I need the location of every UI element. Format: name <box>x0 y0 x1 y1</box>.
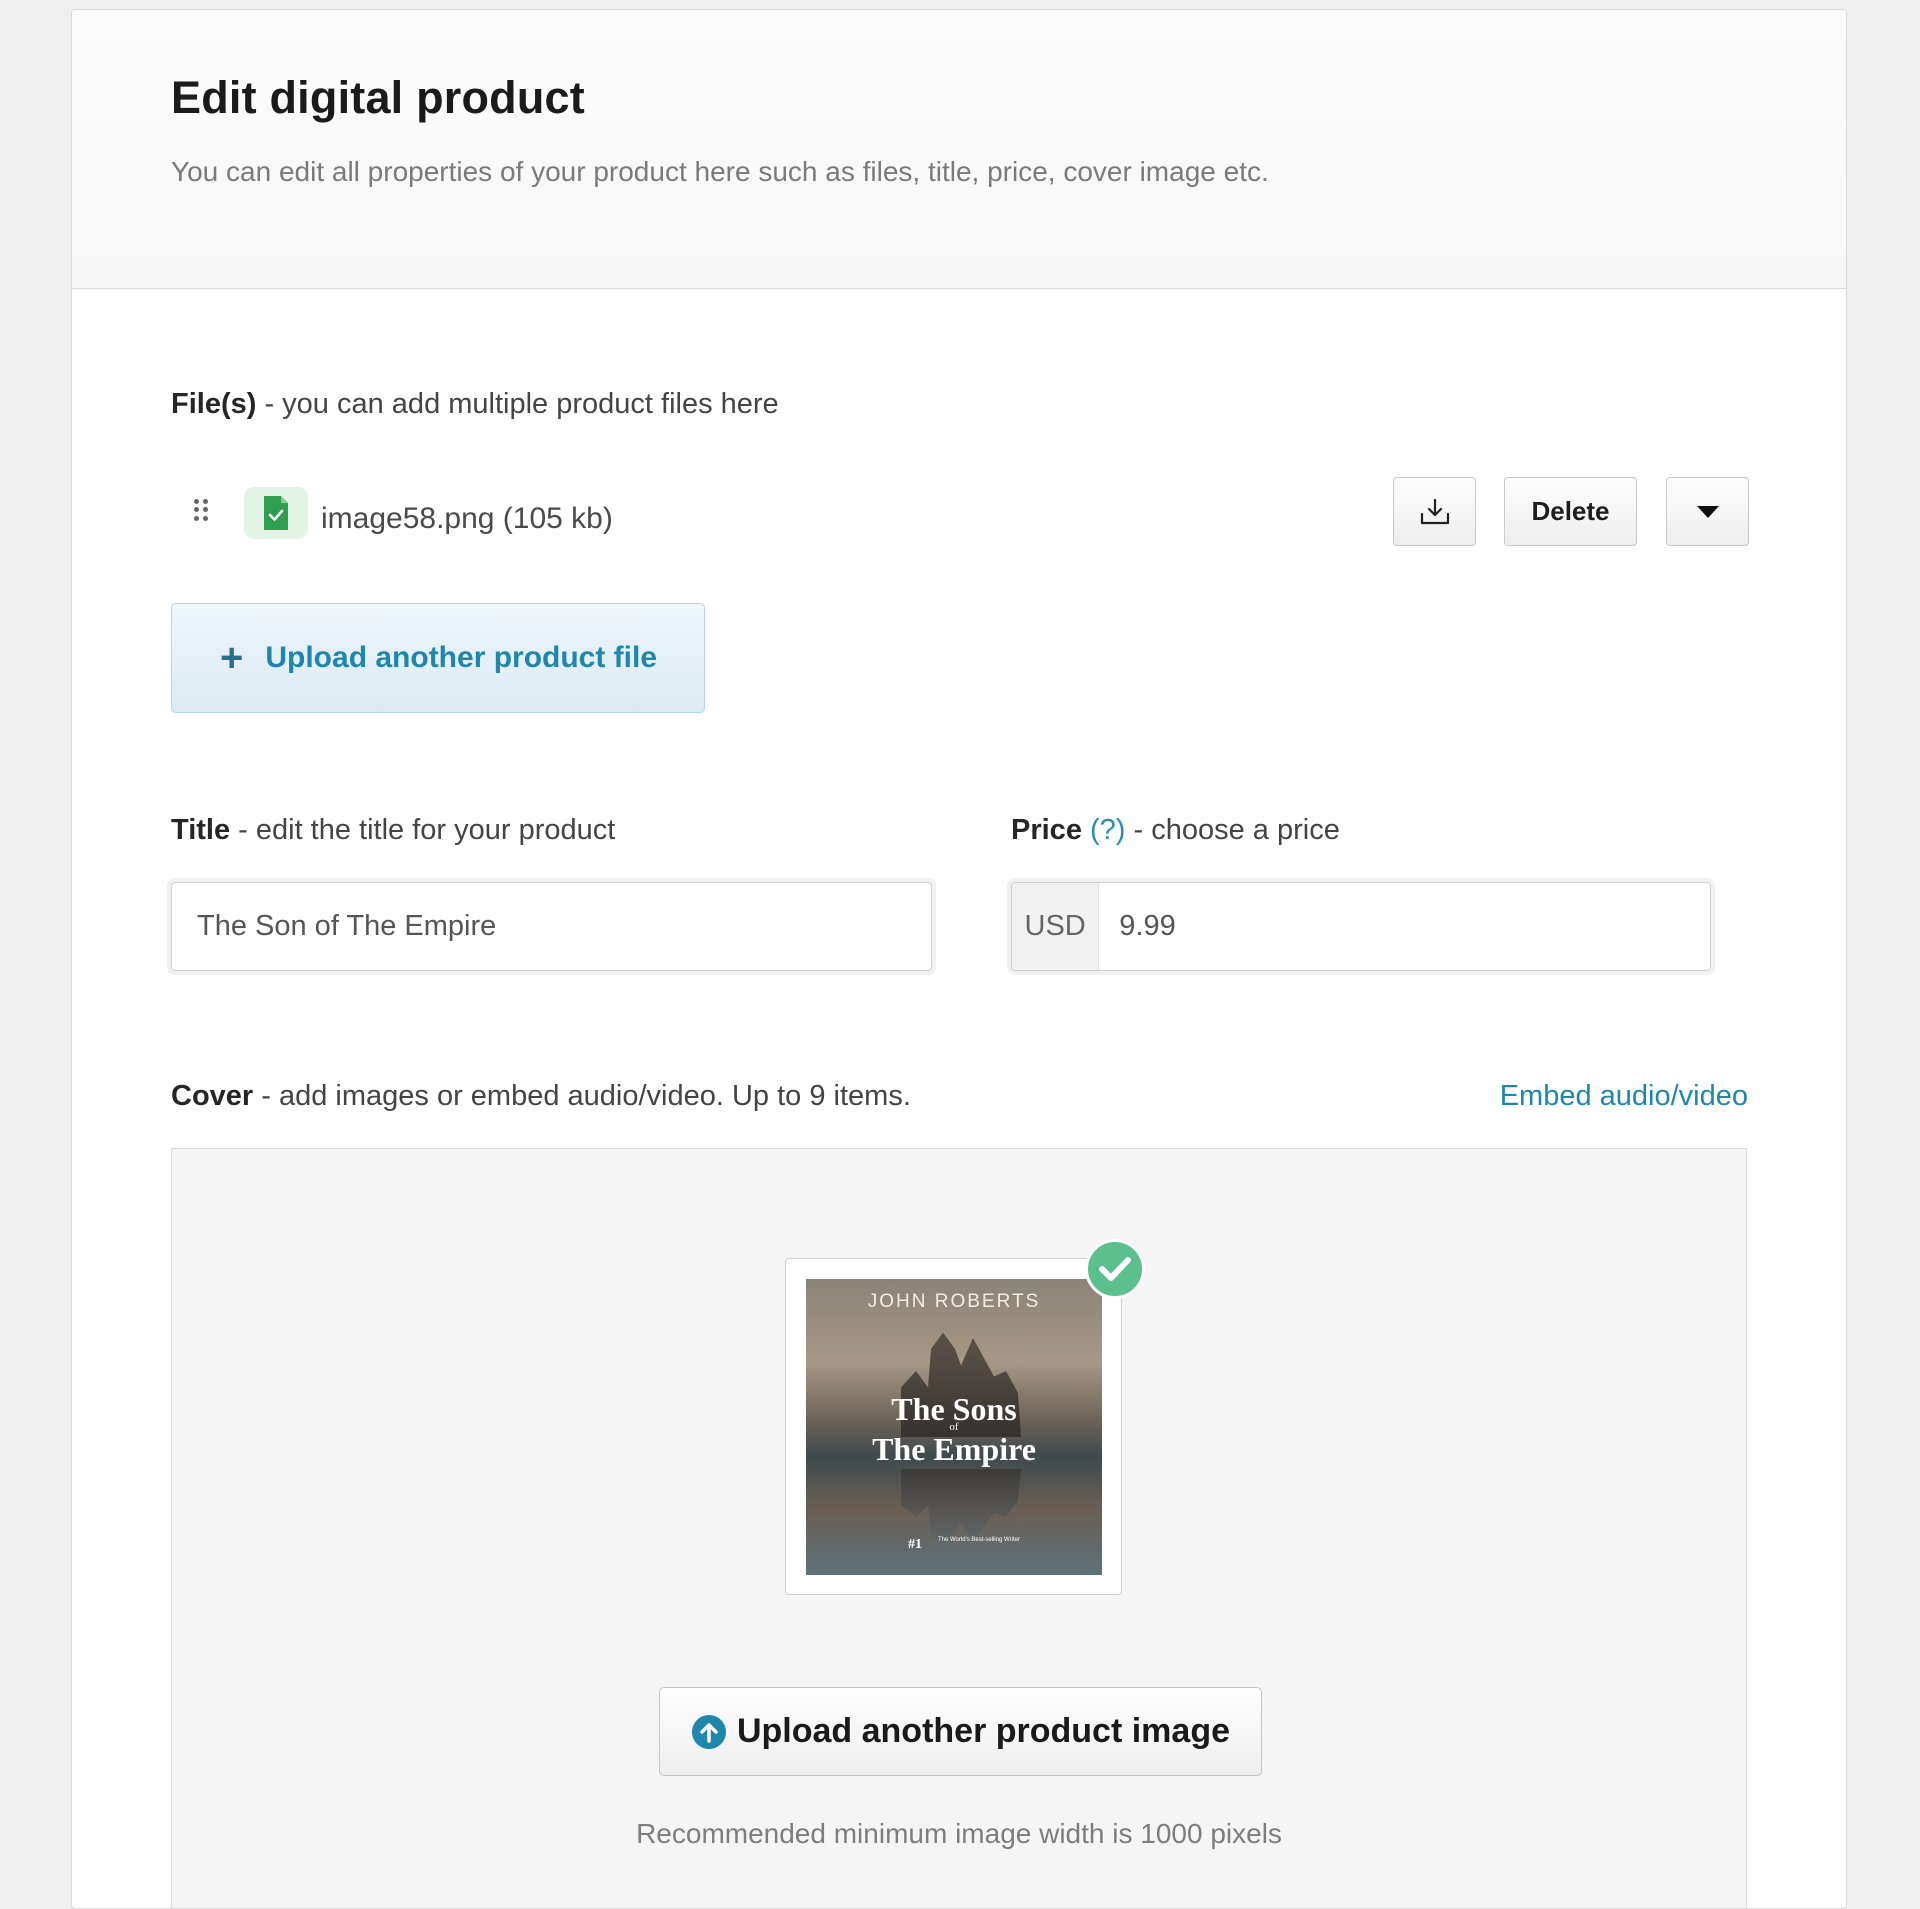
drag-handle-icon[interactable] <box>194 499 208 521</box>
files-label-rest: - you can add multiple product files her… <box>256 388 779 420</box>
upload-product-image-label: Upload another product image <box>736 1712 1231 1750</box>
page-subtitle: You can edit all properties of your prod… <box>171 156 1269 187</box>
file-check-icon <box>244 487 308 539</box>
price-label: Price (?) - choose a price <box>1011 814 1340 847</box>
file-name: image58.png (105 kb) <box>321 502 613 535</box>
price-help-link[interactable]: (?) <box>1090 814 1125 846</box>
title-label: Title - edit the title for your product <box>171 814 615 847</box>
file-options-dropdown[interactable] <box>1666 477 1749 546</box>
title-label-rest: - edit the title for your product <box>230 814 616 846</box>
book-author: JOHN ROBERTS <box>867 1291 1041 1312</box>
upload-arrow-icon <box>691 1714 726 1749</box>
files-label: File(s) - you can add multiple product f… <box>171 388 779 421</box>
files-label-bold: File(s) <box>171 388 257 420</box>
edit-product-card: Edit digital product You can edit all pr… <box>71 9 1847 1909</box>
currency-addon: USD <box>1012 883 1100 970</box>
book-cover-image: JOHN ROBERTS The Sons of The Empire #1 T… <box>806 1279 1102 1575</box>
book-title-line2: The Empire <box>872 1431 1036 1467</box>
upload-product-file-label: Upload another product file <box>265 641 658 674</box>
cover-label-bold: Cover <box>171 1080 254 1112</box>
cover-thumbnail[interactable]: JOHN ROBERTS The Sons of The Empire #1 T… <box>785 1258 1122 1595</box>
upload-product-file-button[interactable]: + Upload another product file <box>171 603 705 713</box>
delete-button-label: Delete <box>1531 496 1610 526</box>
download-button[interactable] <box>1393 477 1476 546</box>
title-input-wrapper <box>171 882 932 971</box>
embed-audio-video-link[interactable]: Embed audio/video <box>1500 1080 1748 1113</box>
delete-button[interactable]: Delete <box>1504 477 1637 546</box>
price-label-bold: Price <box>1011 814 1082 846</box>
price-input[interactable] <box>1099 883 1710 970</box>
book-rank: #1 <box>908 1537 922 1552</box>
selected-check-icon <box>1085 1239 1145 1299</box>
title-input[interactable] <box>172 883 931 970</box>
cover-label: Cover - add images or embed audio/video.… <box>171 1080 911 1113</box>
image-width-hint: Recommended minimum image width is 1000 … <box>636 1818 1282 1849</box>
page-title: Edit digital product <box>171 72 585 123</box>
book-rank-caption: The World's Best-selling Writer <box>938 1537 1020 1543</box>
caret-down-icon <box>1696 505 1719 518</box>
upload-product-image-button[interactable]: Upload another product image <box>659 1687 1262 1776</box>
cover-label-rest: - add images or embed audio/video. Up to… <box>253 1080 911 1112</box>
title-label-bold: Title <box>171 814 231 846</box>
plus-icon: + <box>220 636 244 680</box>
card-header: Edit digital product You can edit all pr… <box>72 10 1846 289</box>
price-input-wrapper: USD <box>1011 882 1711 971</box>
download-icon <box>1420 498 1449 524</box>
price-label-rest: - choose a price <box>1125 814 1340 846</box>
